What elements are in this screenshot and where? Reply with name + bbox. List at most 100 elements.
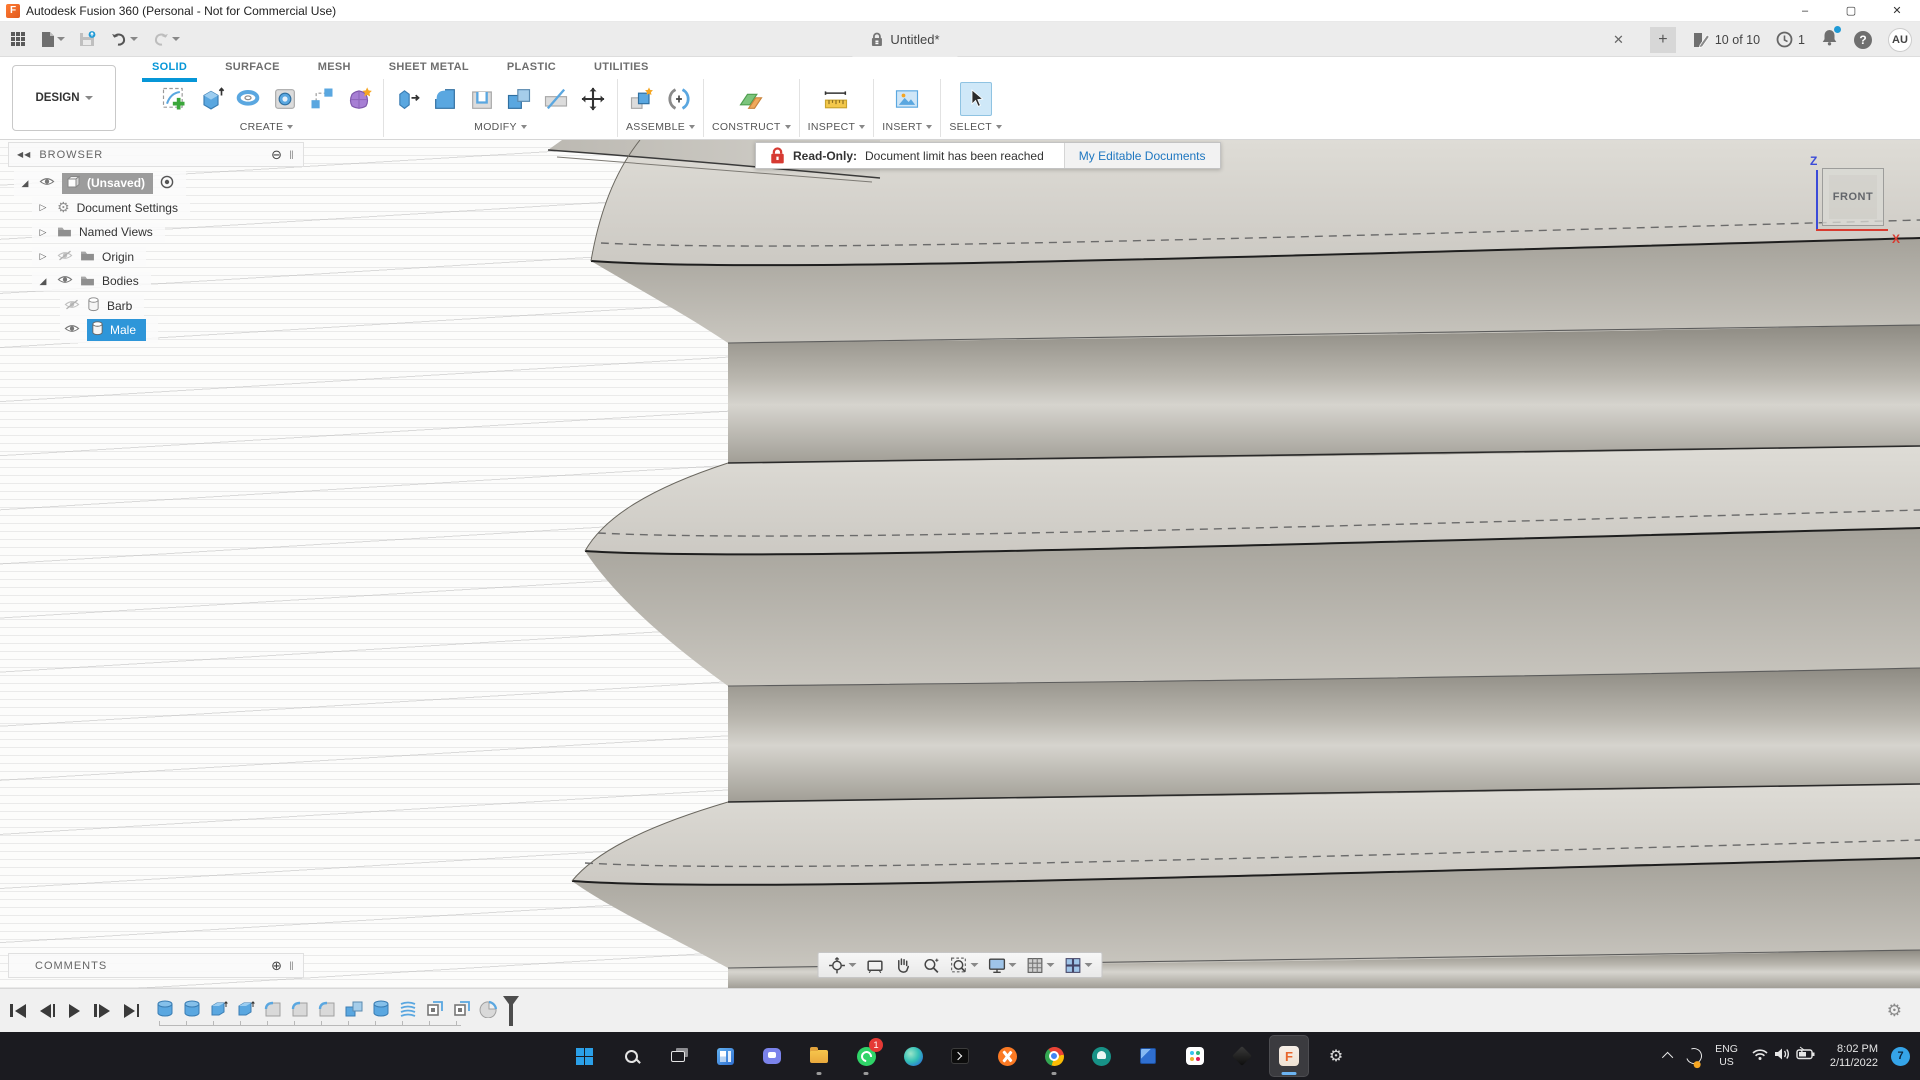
- timeline-feature-cylinder[interactable]: [153, 997, 177, 1021]
- inkscape-button[interactable]: [1223, 1036, 1261, 1076]
- play-button[interactable]: [69, 1004, 80, 1018]
- joint-button[interactable]: [663, 82, 695, 116]
- combine-button[interactable]: [503, 82, 535, 116]
- edge-button[interactable]: [894, 1036, 932, 1076]
- new-component-button[interactable]: [626, 82, 658, 116]
- visibility-eye-off-icon[interactable]: [64, 299, 80, 313]
- user-avatar[interactable]: AU: [1888, 28, 1912, 52]
- select-button[interactable]: [960, 82, 992, 116]
- notification-count-badge[interactable]: 7: [1891, 1047, 1910, 1066]
- expand-arrow-icon[interactable]: ◢: [36, 276, 50, 287]
- panel-grip[interactable]: ‖: [289, 148, 295, 162]
- panel-grip[interactable]: ‖: [289, 959, 295, 973]
- timeline-position-marker[interactable]: [503, 996, 519, 1026]
- minimize-button[interactable]: –: [1782, 0, 1828, 21]
- tab-mesh[interactable]: MESH: [316, 59, 353, 75]
- collapsed-arrow-icon[interactable]: ▷: [36, 251, 50, 262]
- display-settings-button[interactable]: [985, 953, 1020, 977]
- measure-button[interactable]: [820, 82, 852, 116]
- sync-status-icon[interactable]: [1683, 1045, 1704, 1066]
- browser-item-label[interactable]: Document Settings: [77, 201, 178, 215]
- split-body-button[interactable]: [540, 82, 572, 116]
- extrude-button[interactable]: [195, 82, 227, 116]
- tray-overflow-chevron[interactable]: [1662, 1052, 1673, 1063]
- tab-utilities[interactable]: UTILITIES: [592, 59, 651, 75]
- visibility-eye-off-icon[interactable]: [57, 250, 73, 264]
- timeline-feature-combine[interactable]: [342, 997, 366, 1021]
- timeline-feature-fillet[interactable]: [261, 997, 285, 1021]
- network-volume-battery[interactable]: [1751, 1045, 1817, 1068]
- task-view-button[interactable]: [659, 1036, 697, 1076]
- undo-button[interactable]: [110, 32, 138, 47]
- collapse-panel-icon[interactable]: ◀◀: [17, 150, 31, 159]
- threaded-model[interactable]: [0, 140, 1920, 988]
- orbit-button[interactable]: [825, 953, 860, 977]
- visibility-eye-icon[interactable]: [57, 274, 73, 288]
- job-status-indicator[interactable]: 1: [1776, 31, 1805, 48]
- hole-button[interactable]: [269, 82, 301, 116]
- expand-arrow-icon[interactable]: ◢: [18, 178, 32, 189]
- pan-button[interactable]: [891, 953, 916, 977]
- browser-panel-header[interactable]: ◀◀ BROWSER ⊖ ‖: [8, 142, 304, 167]
- redo-button[interactable]: [152, 32, 180, 47]
- visibility-eye-icon[interactable]: [64, 323, 80, 337]
- tab-sheet-metal[interactable]: SHEET METAL: [387, 59, 471, 75]
- language-switcher[interactable]: ENGUS: [1715, 1043, 1738, 1069]
- tab-surface[interactable]: SURFACE: [223, 59, 282, 75]
- close-tab-button[interactable]: ✕: [1603, 32, 1634, 48]
- insert-canvas-button[interactable]: [891, 82, 923, 116]
- teams-chat-button[interactable]: [753, 1036, 791, 1076]
- xampp-button[interactable]: [988, 1036, 1026, 1076]
- cube-app-button[interactable]: [1129, 1036, 1167, 1076]
- my-editable-documents-link[interactable]: My Editable Documents: [1064, 143, 1220, 168]
- slack-button[interactable]: [1176, 1036, 1214, 1076]
- collapsed-arrow-icon[interactable]: ▷: [36, 227, 50, 238]
- tab-plastic[interactable]: PLASTIC: [505, 59, 558, 75]
- hide-panel-button[interactable]: ⊖: [271, 147, 283, 163]
- file-menu-button[interactable]: [40, 31, 65, 48]
- press-pull-button[interactable]: [392, 82, 424, 116]
- save-button[interactable]: [79, 31, 96, 48]
- viewport-canvas[interactable]: Read-Only: Document limit has been reach…: [0, 140, 1920, 988]
- look-at-button[interactable]: [863, 953, 888, 977]
- comments-panel-header[interactable]: COMMENTS ⊕ ‖: [8, 953, 304, 978]
- create-form-button[interactable]: [343, 82, 375, 116]
- step-back-button[interactable]: [40, 1004, 56, 1018]
- inspect-menu[interactable]: INSPECT: [808, 121, 866, 133]
- notifications-button[interactable]: [1821, 28, 1838, 51]
- add-comment-button[interactable]: ⊕: [271, 958, 283, 974]
- create-menu[interactable]: CREATE: [240, 121, 294, 133]
- selected-body-node[interactable]: Male: [87, 319, 146, 341]
- pattern-button[interactable]: [306, 82, 338, 116]
- timeline-feature-cylinder[interactable]: [369, 997, 393, 1021]
- tab-solid[interactable]: SOLID: [150, 59, 189, 75]
- start-button[interactable]: [565, 1036, 603, 1076]
- shell-button[interactable]: [466, 82, 498, 116]
- timeline-feature-extrude[interactable]: [234, 997, 258, 1021]
- fit-button[interactable]: [947, 953, 982, 977]
- construct-menu[interactable]: CONSTRUCT: [712, 121, 791, 133]
- timeline-feature-pattern[interactable]: [423, 997, 447, 1021]
- workspace-switcher[interactable]: DESIGN: [12, 65, 116, 131]
- zoom-button[interactable]: [919, 953, 944, 977]
- timeline-feature-cylinder[interactable]: [180, 997, 204, 1021]
- browser-item-label[interactable]: Origin: [102, 250, 134, 264]
- help-button[interactable]: ?: [1854, 31, 1872, 49]
- timeline-settings-gear-icon[interactable]: ⚙: [1887, 1001, 1920, 1021]
- close-button[interactable]: ✕: [1874, 0, 1920, 21]
- view-cube-front-face[interactable]: FRONT: [1822, 168, 1884, 226]
- insert-menu[interactable]: INSERT: [882, 121, 932, 133]
- modify-menu[interactable]: MODIFY: [474, 121, 527, 133]
- document-tab[interactable]: Untitled*: [852, 22, 957, 57]
- collapsed-arrow-icon[interactable]: ▷: [36, 202, 50, 213]
- document-root-node[interactable]: (Unsaved): [62, 173, 153, 194]
- timeline-feature-fillet[interactable]: [315, 997, 339, 1021]
- app-menu-button[interactable]: [10, 31, 26, 47]
- construct-plane-button[interactable]: [735, 82, 767, 116]
- browser-item-label[interactable]: Barb: [107, 299, 132, 313]
- fusion360-taskbar-button[interactable]: F: [1270, 1036, 1308, 1076]
- file-explorer-button[interactable]: [800, 1036, 838, 1076]
- move-copy-button[interactable]: [577, 82, 609, 116]
- create-sketch-button[interactable]: [158, 82, 190, 116]
- document-limit-indicator[interactable]: 10 of 10: [1692, 32, 1760, 48]
